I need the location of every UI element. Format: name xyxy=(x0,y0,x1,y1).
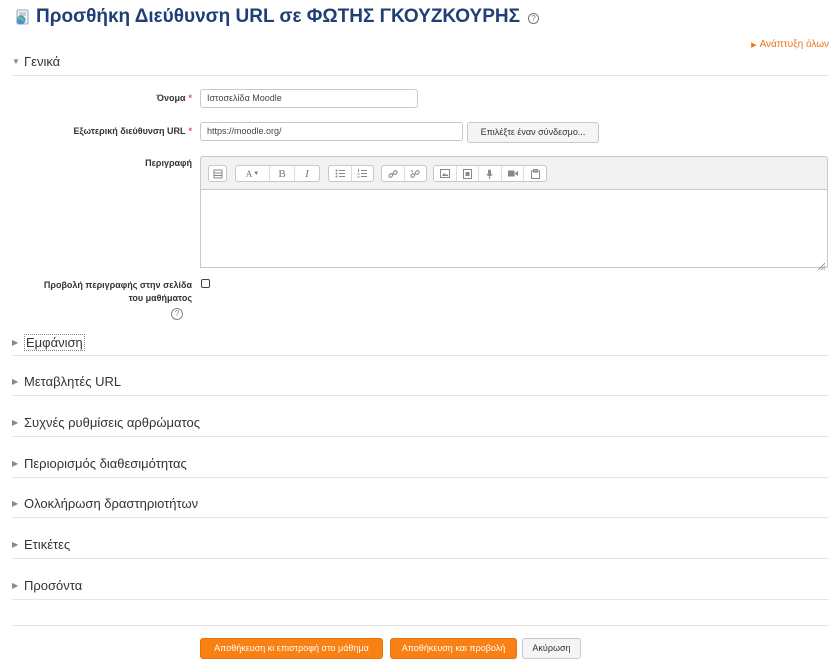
name-label-text: Όνομα xyxy=(156,93,186,103)
section-appearance-title: Εμφάνιση xyxy=(24,334,85,351)
toolbar-group xyxy=(433,165,547,182)
toolbar-group: A ▼ B I xyxy=(235,165,320,182)
section-activity-completion-header[interactable]: ▶ Ολοκλήρωση δραστηριοτήτων xyxy=(12,496,198,511)
divider xyxy=(12,477,829,478)
url-activity-icon xyxy=(14,8,32,26)
toolbar-group xyxy=(328,165,374,182)
dropdown-arrow-icon: ▼ xyxy=(253,170,260,177)
caret-right-icon: ▶ xyxy=(12,499,19,508)
section-restrict-access-title: Περιορισμός διαθεσιμότητας xyxy=(24,456,187,471)
bold-icon[interactable]: B xyxy=(269,166,294,181)
section-general-title: Γενικά xyxy=(24,54,61,69)
expand-all-label: Ανάπτυξη όλων xyxy=(759,39,829,50)
show-description-label-line2: του μαθήματος xyxy=(128,293,192,303)
required-icon: * xyxy=(188,93,192,103)
caret-right-icon: ▶ xyxy=(12,377,19,386)
divider xyxy=(12,436,829,437)
description-editor[interactable] xyxy=(200,189,828,271)
page-title: Προσθήκη Διεύθυνση URL σε ΦΩΤΗΣ ΓΚΟΥΖΚΟΥ… xyxy=(14,6,539,28)
ordered-list-icon[interactable] xyxy=(350,166,374,181)
name-label: Όνομα * xyxy=(157,93,192,103)
section-url-variables-header[interactable]: ▶ Μεταβλητές URL xyxy=(12,374,121,389)
section-appearance-header[interactable]: ▶ Εμφάνιση xyxy=(12,334,85,351)
toolbar-toggle-icon[interactable] xyxy=(209,166,226,181)
divider xyxy=(12,599,829,600)
caret-down-icon: ▼ xyxy=(12,57,20,66)
caret-right-icon: ▶ xyxy=(12,338,19,347)
toolbar-group xyxy=(381,165,427,182)
cancel-button[interactable]: Ακύρωση xyxy=(522,638,581,659)
caret-right-icon: ▶ xyxy=(751,42,757,49)
name-input-value: Ιστοσελίδα Moodle xyxy=(207,93,282,103)
divider xyxy=(12,75,829,76)
image-icon[interactable] xyxy=(434,166,456,181)
page-title-text: Προσθήκη Διεύθυνση URL σε ΦΩΤΗΣ ΓΚΟΥΖΚΟΥ… xyxy=(36,6,520,27)
section-competencies-header[interactable]: ▶ Προσόντα xyxy=(12,578,82,593)
section-tags-title: Ετικέτες xyxy=(24,537,71,552)
unlink-icon[interactable] xyxy=(403,166,427,181)
caret-right-icon: ▶ xyxy=(12,459,19,468)
divider xyxy=(12,625,829,626)
unordered-list-icon[interactable] xyxy=(329,166,351,181)
save-and-return-button[interactable]: Αποθήκευση κι επιστροφή στο μάθημα xyxy=(200,638,383,659)
section-tags-header[interactable]: ▶ Ετικέτες xyxy=(12,537,70,552)
show-description-label: Προβολή περιγραφής στην σελίδα του μαθήμ… xyxy=(44,279,192,305)
section-url-variables-title: Μεταβλητές URL xyxy=(24,374,122,389)
divider xyxy=(12,395,829,396)
save-and-display-button[interactable]: Αποθήκευση και προβολή xyxy=(390,638,517,659)
required-icon: * xyxy=(188,126,192,136)
expand-all-link[interactable]: ▶ Ανάπτυξη όλων xyxy=(751,39,829,50)
caret-right-icon: ▶ xyxy=(12,581,19,590)
section-restrict-access-header[interactable]: ▶ Περιορισμός διαθεσιμότητας xyxy=(12,456,187,471)
show-description-checkbox[interactable] xyxy=(201,279,210,288)
external-url-input-value: https://moodle.org/ xyxy=(207,126,282,136)
divider xyxy=(12,355,829,356)
record-video-icon[interactable] xyxy=(500,166,524,181)
section-common-module-settings-title: Συχνές ρυθμίσεις αρθρώματος xyxy=(24,415,200,430)
name-input[interactable]: Ιστοσελίδα Moodle xyxy=(200,89,418,108)
resize-grip-icon[interactable] xyxy=(817,257,826,271)
external-url-input[interactable]: https://moodle.org/ xyxy=(200,122,463,141)
description-label: Περιγραφή xyxy=(145,158,192,168)
divider xyxy=(12,517,829,518)
help-icon[interactable]: ? xyxy=(171,308,183,320)
help-icon[interactable]: ? xyxy=(528,12,539,24)
font-style-glyph: A xyxy=(245,168,253,179)
section-activity-completion-title: Ολοκλήρωση δραστηριοτήτων xyxy=(24,496,199,511)
italic-icon[interactable]: I xyxy=(294,166,319,181)
caret-right-icon: ▶ xyxy=(12,540,19,549)
toolbar-group xyxy=(208,165,227,182)
section-common-module-settings-header[interactable]: ▶ Συχνές ρυθμίσεις αρθρώματος xyxy=(12,415,200,430)
external-url-label: Εξωτερική διεύθυνση URL * xyxy=(74,126,192,136)
editor-toolbar: A ▼ B I xyxy=(200,156,828,190)
section-general-header[interactable]: ▼ Γενικά xyxy=(12,54,60,69)
font-style-icon[interactable]: A ▼ xyxy=(236,166,269,181)
record-audio-icon[interactable] xyxy=(478,166,501,181)
divider xyxy=(12,558,829,559)
show-description-label-line1: Προβολή περιγραφής στην σελίδα xyxy=(43,280,192,290)
media-icon[interactable] xyxy=(455,166,479,181)
section-competencies-title: Προσόντα xyxy=(24,578,83,593)
caret-right-icon: ▶ xyxy=(12,418,19,427)
external-url-label-text: Εξωτερική διεύθυνση URL xyxy=(73,126,186,136)
manage-files-icon[interactable] xyxy=(523,166,546,181)
choose-link-button[interactable]: Επιλέξτε έναν σύνδεσμο... xyxy=(467,122,599,143)
link-icon[interactable] xyxy=(382,166,404,181)
